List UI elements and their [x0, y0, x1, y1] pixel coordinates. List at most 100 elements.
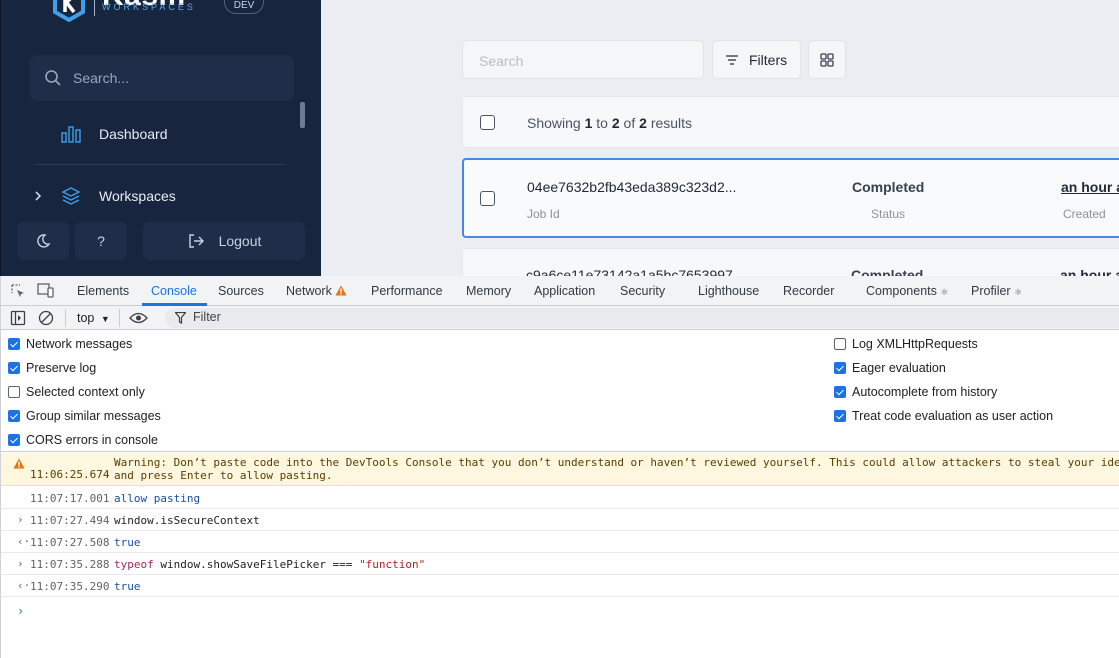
timestamp: 11:07:17.001 — [30, 492, 110, 505]
context-selector[interactable]: top ▼ — [77, 311, 110, 325]
checkbox[interactable] — [8, 338, 20, 350]
grid-view-button[interactable] — [808, 40, 846, 79]
console-input-entry[interactable]: › 11:07:27.494 window.isSecureContext — [1, 509, 1119, 531]
result-arrow-icon: ‹· — [17, 535, 31, 548]
results-of-word: of — [623, 115, 636, 131]
tab-profiler[interactable]: Profiler ⚛ — [971, 284, 1022, 298]
prompt-chevron-icon: › — [17, 604, 25, 618]
console-input-entry[interactable]: › 11:07:35.288 typeof window.showSaveFil… — [1, 553, 1119, 575]
setting-group-similar[interactable]: Group similar messages — [8, 409, 161, 423]
console-toolbar: top ▼ Filter — [1, 306, 1119, 330]
results-from: 1 — [584, 115, 593, 131]
layers-icon — [61, 187, 81, 205]
checkbox[interactable] — [834, 386, 846, 398]
kasm-logo[interactable]: Kasm WORKSPACES — [51, 0, 193, 22]
checkbox[interactable] — [834, 410, 846, 422]
warning-text-line2: and press Enter to allow pasting. — [114, 469, 333, 482]
logout-button[interactable]: Logout — [143, 222, 305, 260]
tab-memory[interactable]: Memory — [466, 284, 511, 298]
setting-label: Eager evaluation — [852, 361, 946, 375]
row-checkbox[interactable] — [480, 191, 495, 206]
logout-icon — [188, 234, 204, 248]
setting-label: Preserve log — [26, 361, 97, 375]
string-literal: "function" — [359, 558, 426, 571]
checkbox[interactable] — [8, 434, 20, 446]
result-arrow-icon: ‹· — [17, 579, 31, 592]
sidebar-scrollbar[interactable] — [300, 102, 305, 128]
checkbox[interactable] — [834, 338, 846, 350]
inspect-element-icon[interactable] — [10, 283, 26, 299]
tab-security[interactable]: Security — [620, 284, 665, 298]
tab-elements[interactable]: Elements — [77, 284, 129, 298]
setting-network-messages[interactable]: Network messages — [8, 337, 132, 351]
tab-components[interactable]: Components ⚛ — [866, 284, 948, 298]
checkbox[interactable] — [8, 362, 20, 374]
setting-autocomplete-history[interactable]: Autocomplete from history — [834, 385, 997, 399]
command-text: typeof window.showSaveFilePicker === "fu… — [114, 558, 425, 571]
console-settings: Network messages Preserve log Selected c… — [1, 330, 1119, 452]
checkbox[interactable] — [8, 386, 20, 398]
help-button[interactable]: ? — [75, 222, 127, 260]
console-prompt[interactable]: › — [1, 597, 1119, 637]
results-total: 2 — [639, 115, 647, 131]
devtools-tab-bar: Elements Console Sources Network Perform… — [1, 276, 1119, 306]
sidebar-item-dashboard[interactable]: Dashboard — [61, 125, 168, 143]
main-content: Search Filters Showing 1 to 2 of 2 resul… — [321, 0, 1119, 276]
created-link[interactable]: an hour a — [1061, 179, 1119, 195]
react-icon: ⚛ — [940, 287, 949, 297]
checkbox[interactable] — [834, 362, 846, 374]
input-chevron-icon: › — [17, 513, 24, 526]
filters-button[interactable]: Filters — [712, 40, 801, 79]
console-output: 11:06:25.674 Warning: Don’t paste code i… — [1, 453, 1119, 658]
checkbox[interactable] — [8, 410, 20, 422]
setting-selected-context-only[interactable]: Selected context only — [8, 385, 145, 399]
setting-eager-evaluation[interactable]: Eager evaluation — [834, 361, 946, 375]
environment-badge: DEV — [224, 0, 264, 14]
tab-network[interactable]: Network — [286, 284, 347, 298]
tab-recorder[interactable]: Recorder — [783, 284, 834, 298]
kasm-logo-icon — [53, 0, 85, 22]
sidebar-toggle-icon[interactable] — [10, 310, 26, 326]
console-result-entry: ‹· 11:07:35.290 true — [1, 575, 1119, 597]
react-icon: ⚛ — [1014, 287, 1023, 297]
results-header: Showing 1 to 2 of 2 results — [462, 96, 1119, 148]
device-toolbar-icon[interactable] — [37, 282, 55, 298]
result-value: true — [114, 536, 141, 549]
context-selector-label: top — [77, 311, 95, 325]
console-filter-placeholder: Filter — [193, 310, 221, 324]
eye-icon[interactable] — [129, 311, 148, 325]
warning-icon — [13, 458, 25, 469]
created-link[interactable]: an hour a — [1060, 267, 1119, 276]
select-all-checkbox[interactable] — [480, 115, 495, 130]
table-row[interactable]: c9a6ce11e73142a1a5bc7653997 Completed an… — [462, 248, 1119, 276]
setting-cors-errors[interactable]: CORS errors in console — [8, 433, 158, 447]
toolbar-divider — [65, 309, 66, 327]
tab-application[interactable]: Application — [534, 284, 595, 298]
tab-performance[interactable]: Performance — [371, 284, 443, 298]
job-id-value: c9a6ce11e73142a1a5bc7653997 — [526, 267, 733, 276]
tab-lighthouse[interactable]: Lighthouse — [698, 284, 759, 298]
tab-sources[interactable]: Sources — [218, 284, 264, 298]
warning-text-line1: Warning: Don’t paste code into the DevTo… — [114, 456, 1119, 469]
filters-label: Filters — [749, 51, 788, 68]
search-input[interactable]: Search — [462, 40, 704, 79]
sidebar: Kasm WORKSPACES DEV Search... Dashboard — [0, 0, 321, 276]
sidebar-search-input[interactable]: Search... — [30, 55, 294, 101]
grid-icon — [820, 52, 834, 67]
setting-preserve-log[interactable]: Preserve log — [8, 361, 96, 375]
status-value: Completed — [852, 179, 925, 195]
setting-treat-as-user-action[interactable]: Treat code evaluation as user action — [834, 409, 1053, 423]
warning-icon — [335, 285, 347, 296]
console-filter-input[interactable]: Filter — [165, 308, 1119, 328]
search-icon — [45, 70, 61, 86]
clear-console-icon[interactable] — [38, 310, 54, 326]
chevron-right-icon — [35, 191, 42, 201]
setting-label: Selected context only — [26, 385, 145, 399]
table-row[interactable]: 04ee7632b2fb43eda389c323d2... Job Id Com… — [462, 158, 1119, 238]
setting-log-xhr[interactable]: Log XMLHttpRequests — [834, 337, 978, 351]
job-id-label: Job Id — [527, 207, 560, 221]
sidebar-item-workspaces[interactable]: Workspaces — [33, 186, 176, 206]
results-pre: Showing — [527, 115, 581, 131]
theme-toggle-button[interactable] — [17, 222, 69, 260]
tab-console[interactable]: Console — [151, 284, 197, 298]
